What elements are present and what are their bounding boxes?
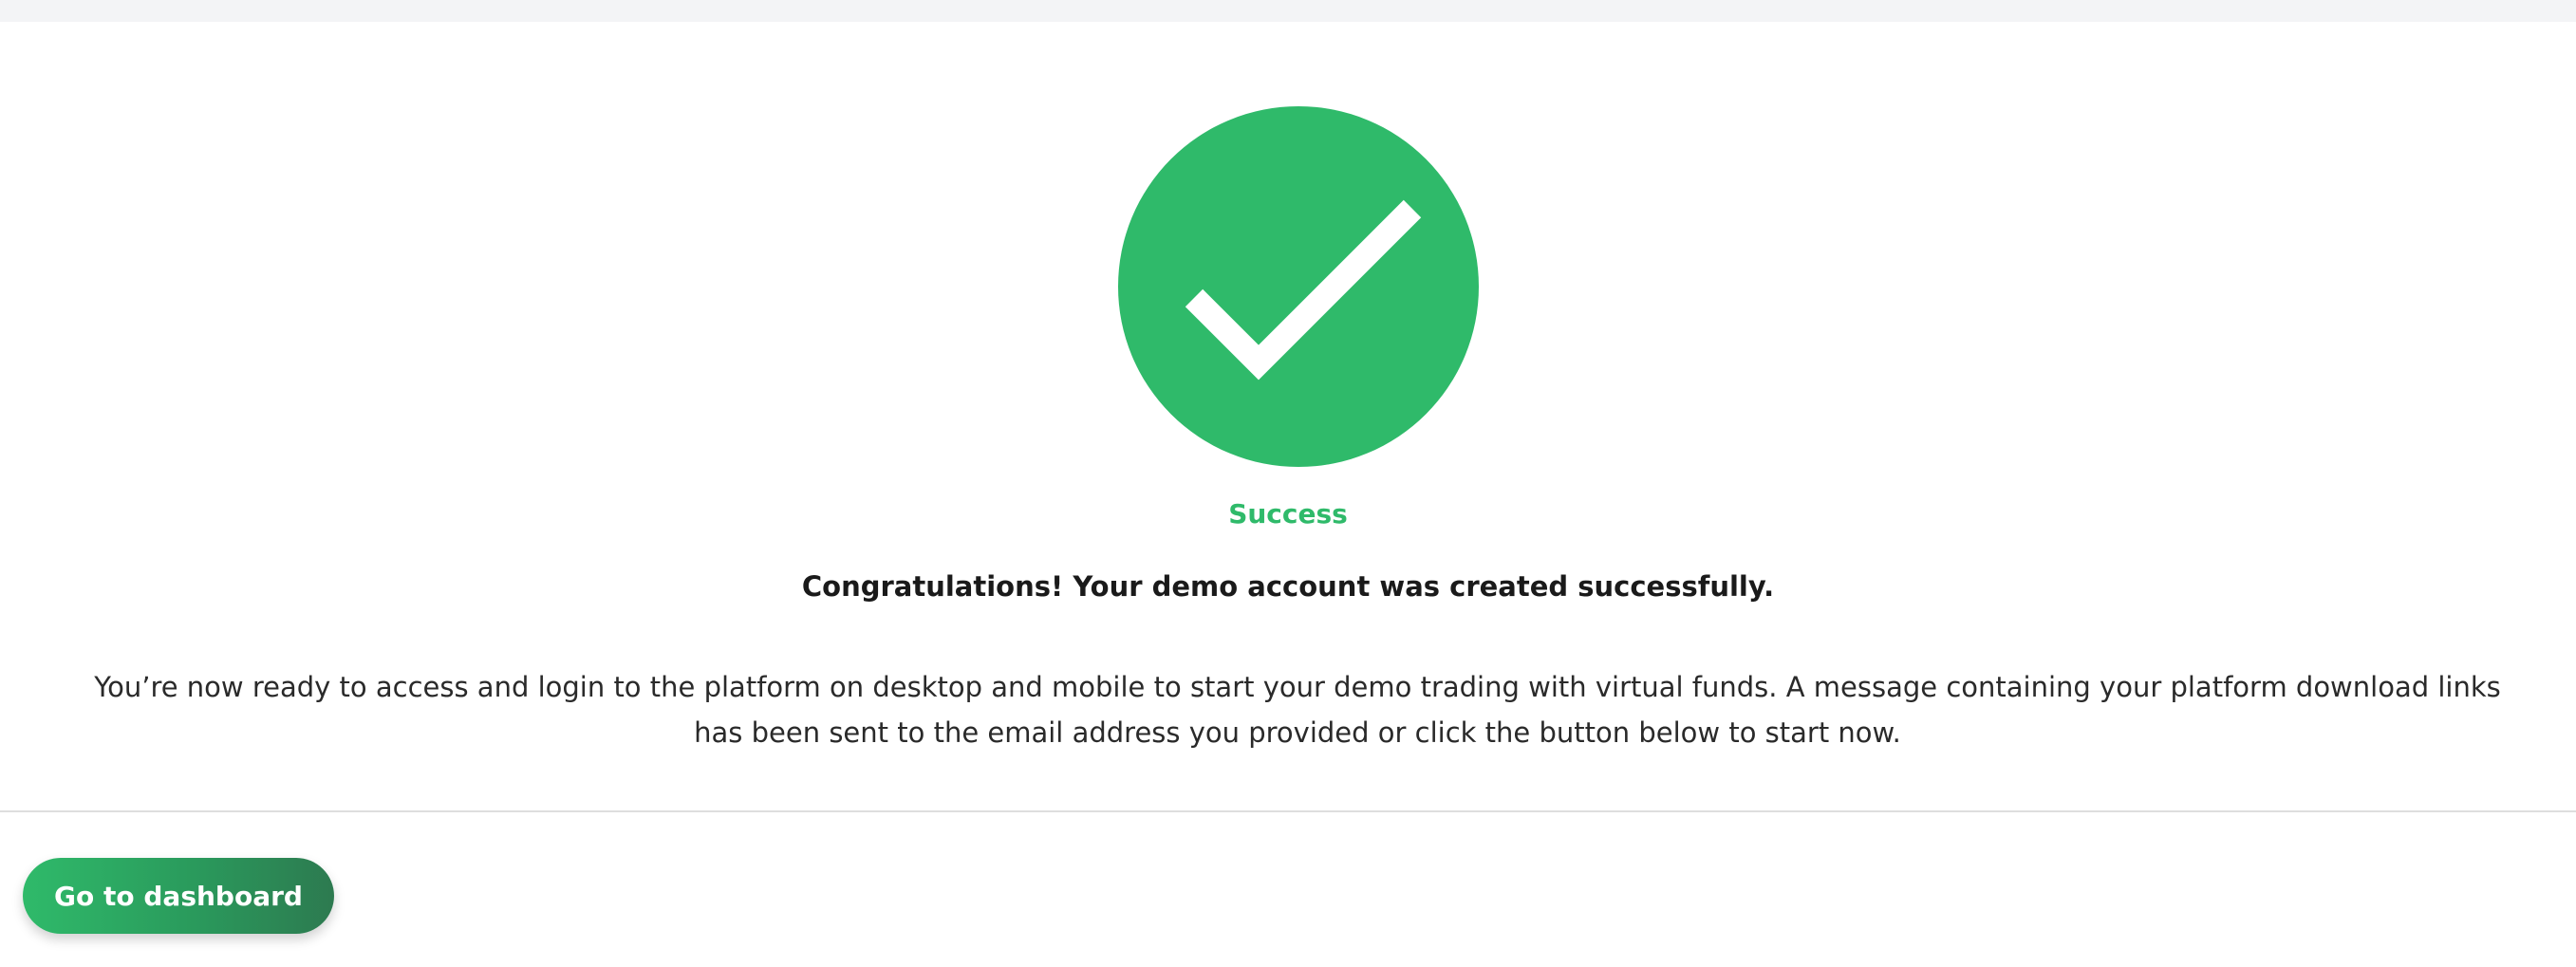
go-to-dashboard-button[interactable]: Go to dashboard (23, 858, 334, 934)
checkmark-circle-icon (1118, 106, 1479, 467)
status-title: Success (1228, 498, 1348, 530)
top-strip (0, 0, 2576, 22)
success-message: You’re now ready to access and login to … (94, 671, 2501, 749)
success-headline: Congratulations! Your demo account was c… (801, 570, 1775, 603)
success-page: Success Congratulations! Your demo accou… (0, 0, 2576, 967)
divider (0, 810, 2576, 812)
